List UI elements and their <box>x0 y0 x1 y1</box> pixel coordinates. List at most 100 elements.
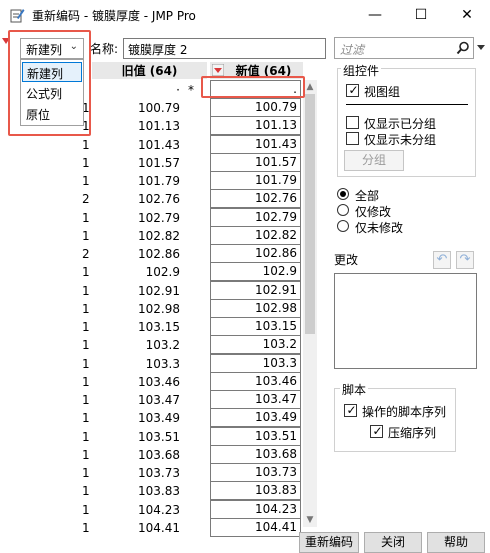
old-value: 103.46 <box>138 374 180 389</box>
row-count: 1 <box>82 520 90 535</box>
new-value-field[interactable]: 101.13 <box>210 116 301 136</box>
old-value: 102.98 <box>138 301 180 316</box>
row-count: 1 <box>82 429 90 444</box>
row-count: 1 <box>82 447 90 462</box>
old-value: 102.76 <box>138 192 180 207</box>
row-count: 1 <box>82 265 90 280</box>
old-value: 100.79 <box>138 101 180 115</box>
old-value: 103.3 <box>145 356 180 371</box>
new-value-field[interactable]: 103.49 <box>210 408 301 428</box>
dropdown-highlight <box>8 30 91 136</box>
row-count: 1 <box>82 155 90 170</box>
row-count: 1 <box>82 137 90 152</box>
group-button[interactable]: 分组 <box>344 150 404 171</box>
close-window-button[interactable]: ✕ <box>444 0 490 30</box>
recode-app-icon <box>10 9 25 23</box>
row-count: 1 <box>82 228 90 243</box>
new-value-field[interactable]: 103.2 <box>210 335 301 355</box>
row-count: 1 <box>82 320 90 334</box>
scroll-down-icon[interactable]: ▼ <box>303 513 317 527</box>
action-script-label: 操作的脚本序列 <box>362 405 447 419</box>
scrollbar-thumb[interactable] <box>305 94 315 334</box>
help-button[interactable]: 帮助 <box>427 532 485 553</box>
minimize-button[interactable]: — <box>352 0 398 30</box>
new-value-field[interactable]: 101.43 <box>210 134 301 154</box>
old-value: 103.15 <box>138 320 180 334</box>
compress-label: 压缩序列 <box>388 426 437 440</box>
check-icon: ✓ <box>372 424 383 438</box>
old-value: 101.13 <box>138 119 180 134</box>
new-value-field[interactable]: 103.46 <box>210 371 301 391</box>
new-value-field[interactable]: 102.9 <box>210 262 301 282</box>
new-value-field[interactable]: 103.47 <box>210 390 301 409</box>
redo-icon[interactable]: ↷ <box>456 251 474 269</box>
row-count: 1 <box>82 338 90 353</box>
old-value: 103.68 <box>138 447 180 462</box>
new-value-field[interactable]: 104.23 <box>210 499 301 519</box>
old-value: 101.43 <box>138 137 180 152</box>
old-value: 101.79 <box>138 174 180 188</box>
title-bar: 重新编码 - 镀膜厚度 - JMP Pro — ☐ ✕ <box>0 0 490 30</box>
new-value-field[interactable]: 103.3 <box>210 353 301 373</box>
new-value-field[interactable]: 103.15 <box>210 317 301 336</box>
new-value-field[interactable]: 103.51 <box>210 426 301 446</box>
radio-modified-label: 仅修改 <box>355 205 392 219</box>
sort-menu-icon[interactable] <box>212 64 224 76</box>
new-value-field[interactable]: 102.76 <box>210 189 301 209</box>
new-value-field[interactable]: 101.57 <box>210 152 301 172</box>
old-value: 103.47 <box>138 393 180 407</box>
view-group-checkbox[interactable]: ✓ <box>346 83 359 97</box>
new-value-field[interactable]: 103.68 <box>210 444 301 464</box>
search-icon[interactable] <box>456 41 470 55</box>
radio-all-label: 全部 <box>355 189 380 203</box>
changes-log <box>334 273 477 369</box>
show-ungrouped-checkbox[interactable] <box>346 132 359 145</box>
undo-icon[interactable]: ↶ <box>433 251 451 269</box>
view-group-label: 视图组 <box>364 85 401 99</box>
radio-unmodified[interactable] <box>337 220 349 232</box>
old-value: 102.9 <box>145 265 180 280</box>
name-label: 名称: <box>90 42 119 56</box>
radio-all[interactable] <box>337 188 349 200</box>
new-value-field[interactable]: 104.41 <box>210 517 301 537</box>
compress-checkbox[interactable]: ✓ <box>370 424 383 438</box>
missing-row-highlight <box>201 76 305 98</box>
row-count: 1 <box>82 484 90 499</box>
new-value-field[interactable]: 102.98 <box>210 298 301 318</box>
new-value-field[interactable]: 103.73 <box>210 463 301 482</box>
new-value-field[interactable]: 100.79 <box>210 98 301 117</box>
show-ungrouped-label: 仅显示未分组 <box>364 133 437 147</box>
filter-placeholder: 过滤 <box>340 43 365 57</box>
close-button[interactable]: 关闭 <box>364 532 422 553</box>
recode-button[interactable]: 重新编码 <box>299 532 359 553</box>
column-name-input[interactable]: 镀膜厚度 2 <box>123 38 326 59</box>
new-value-field[interactable]: 101.79 <box>210 171 301 190</box>
row-count: 1 <box>82 210 90 225</box>
row-count: 1 <box>82 466 90 480</box>
filter-input[interactable]: 过滤 <box>334 37 474 59</box>
radio-selected-dot <box>340 191 346 197</box>
old-value: 104.41 <box>138 520 180 535</box>
old-value: 102.82 <box>138 228 180 243</box>
radio-modified[interactable] <box>337 204 349 216</box>
action-script-checkbox[interactable]: ✓ <box>344 403 357 417</box>
check-icon: ✓ <box>346 403 357 417</box>
row-count: 1 <box>82 411 90 426</box>
old-value: 103.73 <box>138 466 180 480</box>
new-value-field[interactable]: 102.79 <box>210 207 301 227</box>
row-count: 1 <box>82 393 90 407</box>
row-count: 1 <box>82 283 90 298</box>
new-value-field[interactable]: 103.83 <box>210 481 301 501</box>
old-value: 103.2 <box>145 338 180 353</box>
filter-menu-icon[interactable] <box>476 40 486 54</box>
show-grouped-checkbox[interactable] <box>346 116 359 129</box>
missing-asterisk: * <box>188 83 194 97</box>
check-icon: ✓ <box>348 83 359 97</box>
new-value-field[interactable]: 102.82 <box>210 225 301 245</box>
old-value: 102.79 <box>138 210 180 225</box>
new-value-field[interactable]: 102.86 <box>210 244 301 263</box>
maximize-button[interactable]: ☐ <box>398 0 444 30</box>
new-value-field[interactable]: 102.91 <box>210 280 301 300</box>
row-count: 2 <box>82 192 90 207</box>
scroll-up-icon[interactable]: ▲ <box>303 80 317 94</box>
